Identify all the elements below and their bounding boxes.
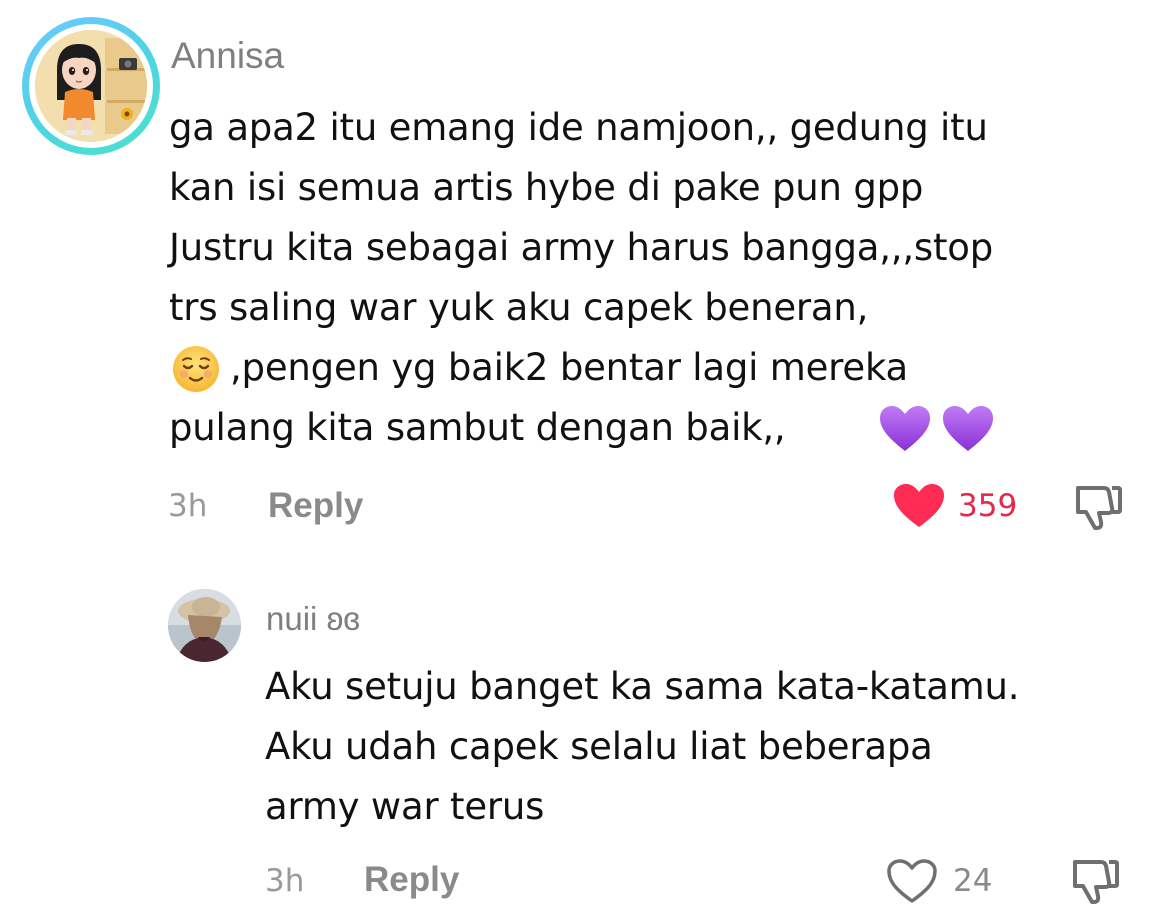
- comment-text-line: ,pengen yg baik2 bentar lagi mereka: [230, 346, 908, 389]
- like-count: 24: [953, 863, 993, 899]
- comment-text-line: pulang kita sambut dengan baik,,: [169, 406, 786, 449]
- comment-text-line: ga apa2 itu emang ide namjoon,, gedung i…: [169, 106, 988, 149]
- reply-item: nuii ʚɞ Aku setuju banget ka sama kata-k…: [0, 560, 1170, 918]
- dislike-icon[interactable]: [1069, 856, 1121, 910]
- reply-text-line: Aku setuju banget ka sama kata-katamu.: [265, 665, 1020, 708]
- reply-button[interactable]: Reply: [268, 486, 363, 526]
- comment-item: Annisa ga apa2 itu emang ide namjoon,, g…: [0, 0, 1170, 560]
- comment-timestamp: 3h: [168, 488, 208, 524]
- reply-timestamp: 3h: [265, 863, 305, 899]
- avatar[interactable]: [168, 589, 241, 662]
- reply-username[interactable]: nuii ʚɞ: [266, 600, 360, 638]
- comment-text-line: trs saling war yuk aku capek beneran,: [169, 286, 869, 329]
- purple-heart-emoji: [940, 403, 996, 459]
- avatar[interactable]: [22, 17, 160, 155]
- reply-text-line: Aku udah capek selalu liat beberapa: [265, 725, 933, 768]
- comment-text-line: kan isi semua artis hybe di pake pun gpp: [169, 166, 924, 209]
- comment-username[interactable]: Annisa: [171, 35, 284, 77]
- relieved-face-emoji: [171, 344, 221, 398]
- like-heart-outline-icon[interactable]: [886, 858, 938, 910]
- comment-text-line: Justru kita sebagai army harus bangga,,,…: [169, 226, 994, 269]
- like-count: 359: [958, 488, 1018, 524]
- like-heart-icon[interactable]: [892, 482, 946, 534]
- purple-heart-emoji: [877, 403, 933, 459]
- reply-button[interactable]: Reply: [364, 860, 459, 900]
- reply-text-line: army war terus: [265, 785, 545, 828]
- dislike-icon[interactable]: [1072, 482, 1124, 536]
